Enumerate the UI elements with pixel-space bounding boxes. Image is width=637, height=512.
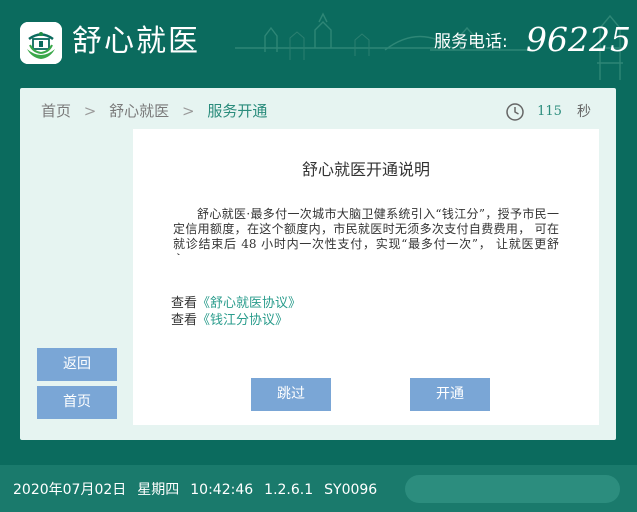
status-terminal-id: SY0096 — [324, 482, 378, 498]
breadcrumb: 首页 > 舒心就医 > 服务开通 — [41, 100, 267, 121]
hotline-label: 服务电话: — [434, 32, 508, 52]
skip-button[interactable]: 跳过 — [251, 378, 331, 411]
breadcrumb-current: 服务开通 — [207, 102, 268, 120]
agreement-link-row: 查看《舒心就医协议》 — [171, 295, 301, 312]
open-service-button[interactable]: 开通 — [410, 378, 490, 411]
countdown-seconds: 115 — [537, 103, 562, 119]
home-button[interactable]: 首页 — [37, 386, 117, 419]
breadcrumb-home[interactable]: 首页 — [41, 102, 71, 120]
footer-decoration — [405, 475, 620, 503]
content-body-text[interactable]: 舒心就医·最多付一次城市大脑卫健系统引入“钱江分”，授予市民一定信用额度，在这个… — [173, 207, 559, 255]
hotline-number: 96225 — [526, 20, 631, 59]
link-prefix: 查看 — [171, 313, 198, 328]
status-bar: 2020年07月02日 星期四 10:42:46 1.2.6.1 SY0096 — [0, 465, 637, 512]
status-version: 1.2.6.1 — [264, 482, 314, 498]
countdown-unit: 秒 — [577, 103, 592, 120]
main-panel: 首页 > 舒心就医 > 服务开通 115 秒 返回 首页 舒心就医开通说明 舒心… — [20, 88, 616, 440]
hospital-logo-icon — [20, 22, 62, 64]
countdown-timer: 115 秒 — [506, 100, 591, 122]
status-time: 10:42:46 — [190, 482, 254, 498]
status-date: 2020年07月02日 — [13, 482, 127, 498]
header-bar: 舒心就医 服务电话: 96225 — [0, 0, 637, 87]
agreement-link-row: 查看《钱江分协议》 — [171, 312, 301, 329]
chevron-right-icon: > — [181, 102, 195, 120]
status-info: 2020年07月02日 星期四 10:42:46 1.2.6.1 SY0096 — [13, 481, 388, 499]
back-button[interactable]: 返回 — [37, 348, 117, 381]
content-title: 舒心就医开通说明 — [301, 160, 430, 179]
app-title: 舒心就医 — [72, 24, 200, 59]
chevron-right-icon: > — [83, 102, 97, 120]
agreement-content-card: 舒心就医开通说明 舒心就医·最多付一次城市大脑卫健系统引入“钱江分”，授予市民一… — [133, 129, 599, 425]
agreement-links: 查看《舒心就医协议》 查看《钱江分协议》 — [171, 295, 301, 329]
shuxin-agreement-link[interactable]: 《舒心就医协议》 — [197, 296, 301, 311]
breadcrumb-parent[interactable]: 舒心就医 — [109, 102, 169, 120]
clock-icon — [506, 102, 524, 121]
link-prefix: 查看 — [171, 296, 198, 311]
status-weekday: 星期四 — [137, 482, 180, 498]
qianjiang-agreement-link[interactable]: 《钱江分协议》 — [197, 313, 288, 328]
